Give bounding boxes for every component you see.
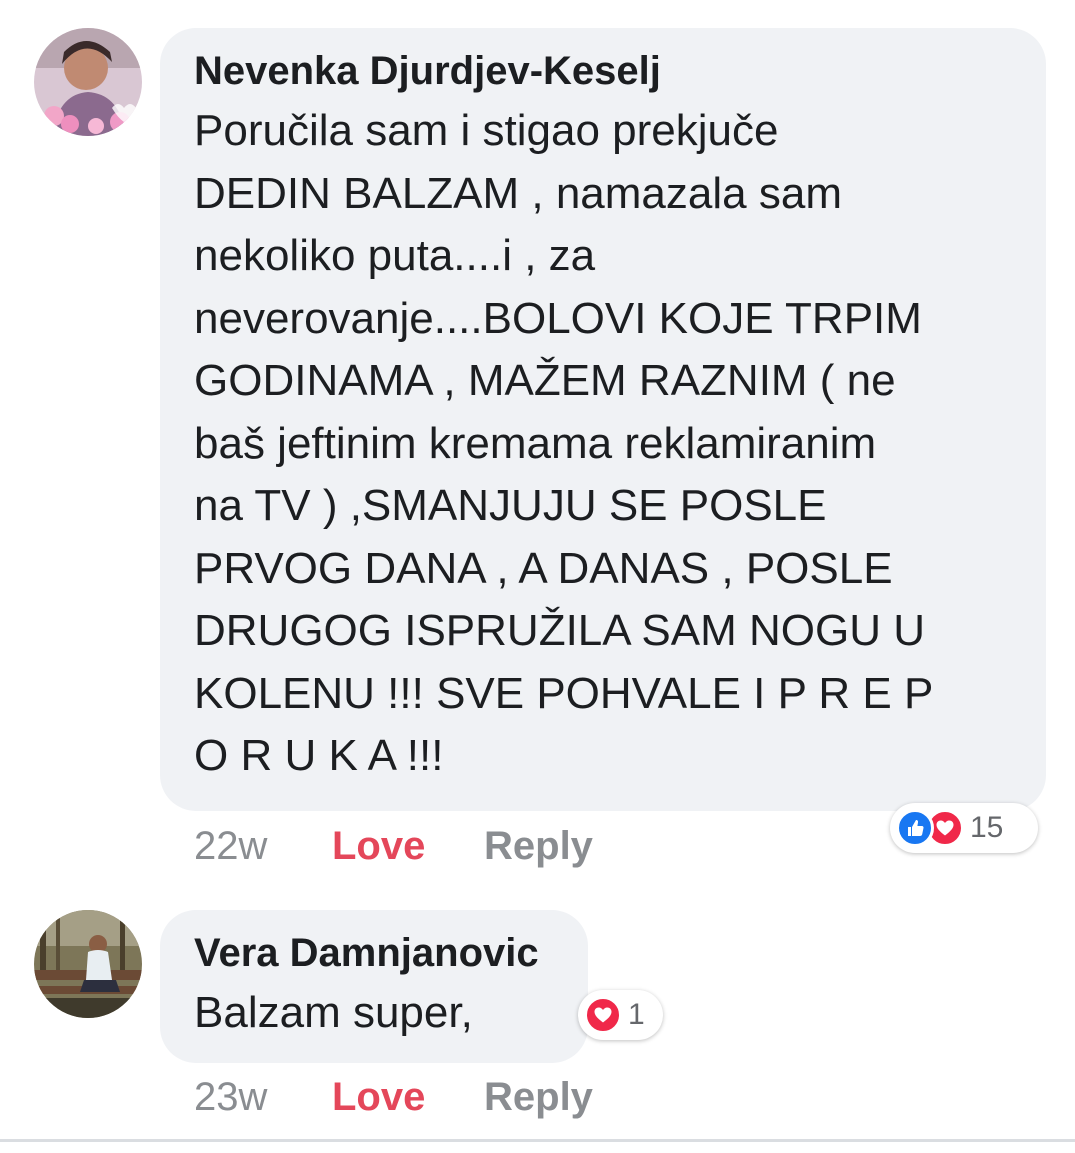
reply-button[interactable]: Reply [484,1072,593,1122]
comment-text: Balzam super, [194,988,473,1037]
comment-author[interactable]: Vera Damnjanovic [194,928,554,978]
reaction-summary[interactable]: 15 [890,803,1038,853]
heart-icon [584,996,622,1034]
comment-bubble: Nevenka Djurdjev-Keselj Poručila sam i s… [160,28,1046,811]
reaction-count: 1 [628,998,645,1031]
avatar[interactable] [34,28,142,136]
comment-text: Poručila sam i stigao prekjuče DEDIN BAL… [194,106,934,780]
love-button[interactable]: Love [332,1072,425,1122]
comment-timestamp[interactable]: 22w [194,821,267,871]
avatar-photo-icon [34,28,142,136]
reaction-summary[interactable]: 1 [578,990,663,1040]
comment-author[interactable]: Nevenka Djurdjev-Keselj [194,46,1012,96]
love-button[interactable]: Love [332,821,425,871]
reply-button[interactable]: Reply [484,821,593,871]
comment-timestamp[interactable]: 23w [194,1072,267,1122]
divider [0,1139,1075,1142]
like-icon [896,809,934,847]
reaction-count: 15 [970,811,1004,844]
avatar[interactable] [34,910,142,1018]
comment-bubble: Vera Damnjanovic Balzam super, [160,910,588,1063]
avatar-photo-icon [34,910,142,1018]
